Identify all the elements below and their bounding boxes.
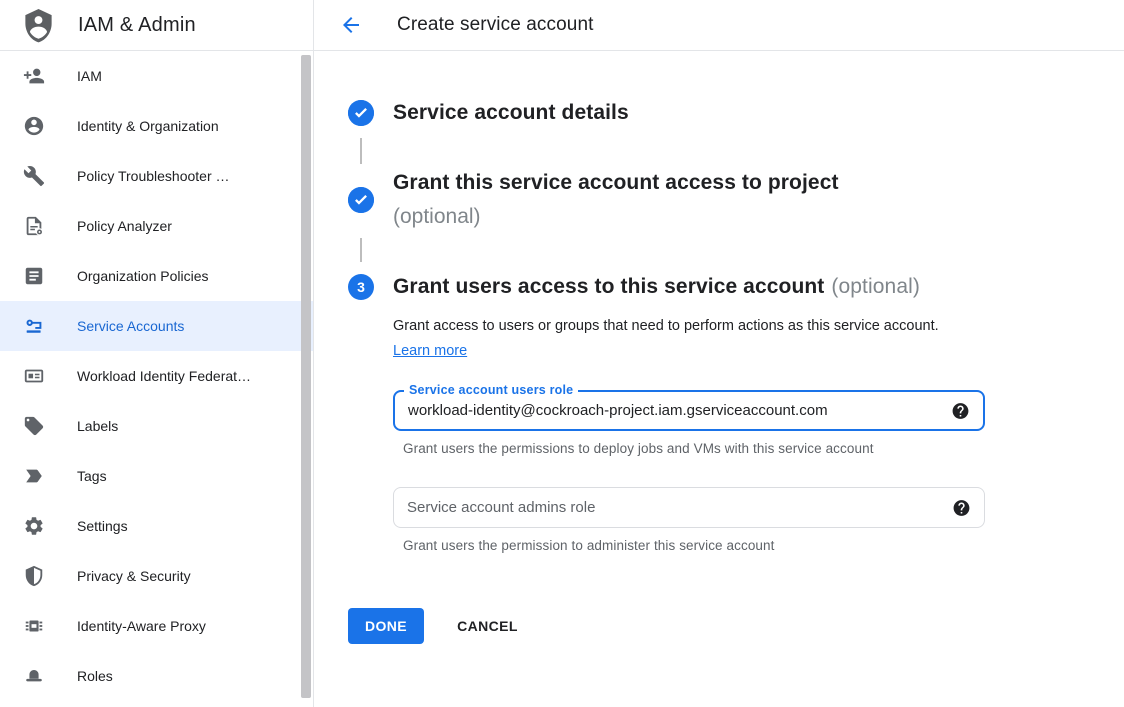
arrow-tag-icon: [22, 464, 46, 488]
back-arrow-icon[interactable]: [339, 13, 363, 37]
sidebar-scrollbar-thumb[interactable]: [301, 55, 311, 698]
sidebar-item-workload-identity-federation[interactable]: Workload Identity Federat…: [0, 351, 313, 401]
service-account-users-role-field: Service account users role: [393, 390, 985, 431]
service-account-admins-role-field: [393, 487, 985, 528]
proxy-icon: [22, 614, 46, 638]
sidebar-item-label: IAM: [77, 68, 102, 84]
sidebar-item-settings[interactable]: Settings: [0, 501, 313, 551]
page-title: Create service account: [397, 14, 594, 36]
sidebar-item-privacy-security[interactable]: Privacy & Security: [0, 551, 313, 601]
step-optional-label: (optional): [831, 275, 920, 298]
sidebar-item-label: Identity & Organization: [77, 118, 219, 134]
sidebar-item-label: Settings: [77, 518, 128, 534]
sidebar-item-label: Tags: [77, 468, 107, 484]
app-window: IAM & Admin Create service account IAM: [0, 0, 1124, 707]
sidebar-item-policy-analyzer[interactable]: Policy Analyzer: [0, 201, 313, 251]
tag-icon: [22, 414, 46, 438]
top-header: IAM & Admin Create service account: [0, 0, 1124, 51]
policy-doc-icon: [22, 214, 46, 238]
step-number: 3: [357, 279, 365, 295]
iam-shield-logo-icon: [21, 7, 56, 43]
step-optional-label: (optional): [393, 200, 839, 234]
sidebar-item-label: Privacy & Security: [77, 568, 191, 584]
sidebar-item-tags[interactable]: Tags: [0, 451, 313, 501]
sidebar-item-label: Service Accounts: [77, 318, 184, 334]
sidebar-item-iam[interactable]: IAM: [0, 51, 313, 101]
help-icon[interactable]: [951, 401, 970, 420]
cancel-button[interactable]: CANCEL: [457, 618, 518, 634]
step-3-grant-users-access[interactable]: 3 Grant users access to this service acc…: [348, 272, 1124, 302]
shield-half-icon: [22, 564, 46, 588]
gear-icon: [22, 514, 46, 538]
person-add-icon: [22, 64, 46, 88]
sidebar-item-policy-troubleshooter[interactable]: Policy Troubleshooter …: [0, 151, 313, 201]
sidebar-item-label: Roles: [77, 668, 113, 684]
step-title: Grant users access to this service accou…: [393, 272, 920, 302]
sidebar-item-organization-policies[interactable]: Organization Policies: [0, 251, 313, 301]
hat-icon: [22, 664, 46, 688]
sidebar-item-identity-organization[interactable]: Identity & Organization: [0, 101, 313, 151]
product-header: IAM & Admin: [0, 0, 314, 50]
sidebar-item-label: Labels: [77, 418, 118, 434]
step-number-badge: 3: [348, 274, 374, 300]
form-actions: DONE CANCEL: [348, 608, 1124, 644]
sidebar-item-labels[interactable]: Labels: [0, 401, 313, 451]
sidebar-item-label: Identity-Aware Proxy: [77, 618, 206, 634]
learn-more-link[interactable]: Learn more: [393, 343, 467, 359]
page-header: Create service account: [314, 0, 1124, 50]
account-circle-icon: [22, 114, 46, 138]
sidebar: IAM Identity & Organization Policy Troub…: [0, 51, 314, 707]
help-icon[interactable]: [952, 498, 971, 517]
step-connector: [360, 238, 362, 262]
done-button[interactable]: DONE: [348, 608, 424, 644]
field-label: Service account users role: [404, 383, 578, 398]
sidebar-item-roles[interactable]: Roles: [0, 651, 313, 701]
step-2-grant-access-to-project[interactable]: Grant this service account access to pro…: [348, 166, 1124, 234]
sidebar-item-service-accounts[interactable]: Service Accounts: [0, 301, 313, 351]
step-description: Grant access to users or groups that nee…: [393, 314, 941, 364]
step-1-service-account-details[interactable]: Service account details: [348, 98, 1124, 128]
step-connector: [360, 138, 362, 164]
article-icon: [22, 264, 46, 288]
step-title: Grant this service account access to pro…: [393, 166, 839, 200]
app-title: IAM & Admin: [78, 14, 196, 37]
badge-card-icon: [22, 364, 46, 388]
sidebar-item-label: Organization Policies: [77, 268, 209, 284]
admins-role-helper-text: Grant users the permission to administer…: [403, 538, 1124, 553]
step-title: Service account details: [393, 98, 629, 128]
check-circle-icon: [348, 187, 374, 213]
sidebar-item-label: Workload Identity Federat…: [77, 368, 251, 384]
service-account-key-icon: [22, 314, 46, 338]
main-content: Service account details Grant this servi…: [314, 51, 1124, 707]
check-circle-icon: [348, 100, 374, 126]
sidebar-item-identity-aware-proxy[interactable]: Identity-Aware Proxy: [0, 601, 313, 651]
sidebar-item-label: Policy Troubleshooter …: [77, 168, 230, 184]
service-account-admins-role-input[interactable]: [394, 488, 984, 527]
users-role-helper-text: Grant users the permissions to deploy jo…: [403, 441, 1124, 456]
wrench-icon: [22, 164, 46, 188]
sidebar-item-label: Policy Analyzer: [77, 218, 172, 234]
